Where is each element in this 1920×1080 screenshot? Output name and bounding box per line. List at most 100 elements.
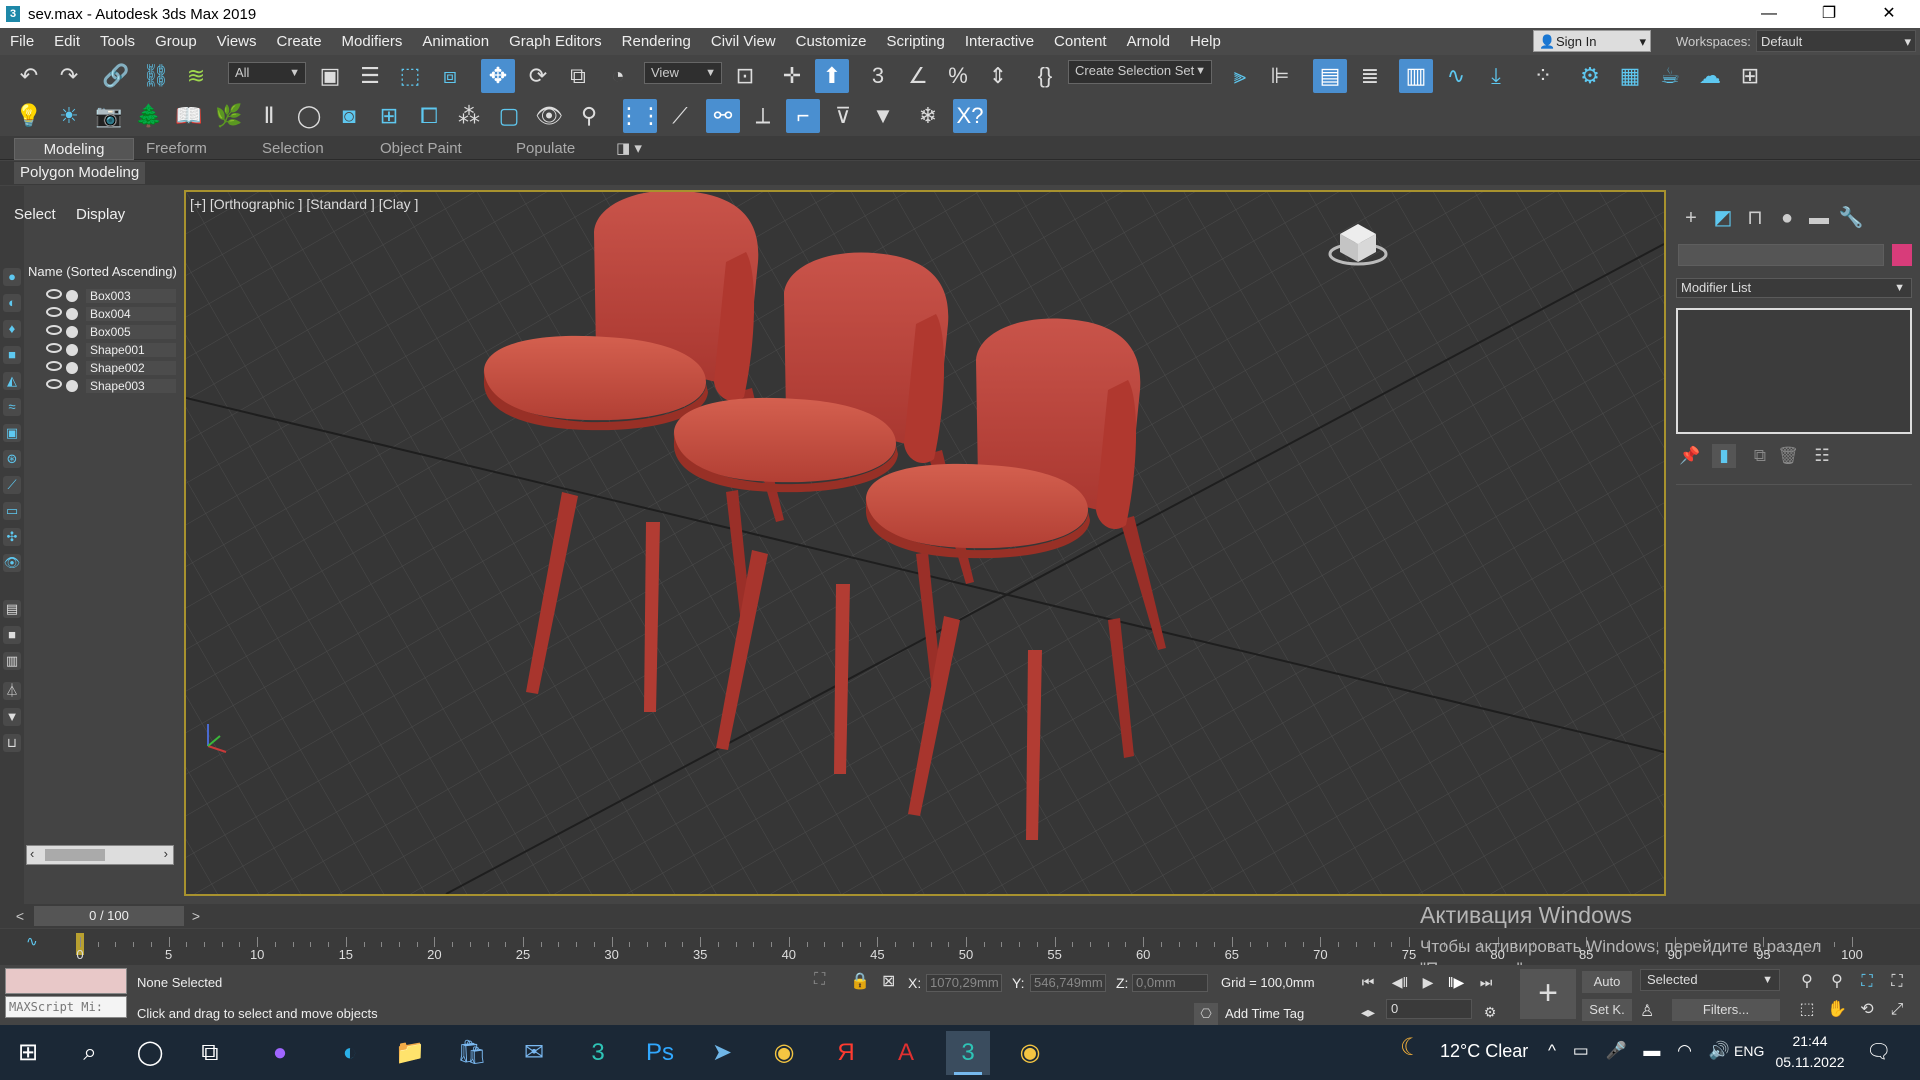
chrome-second-icon[interactable]: ◉: [1008, 1031, 1052, 1075]
chevron-right-icon[interactable]: >: [186, 906, 206, 926]
tab-populate[interactable]: Populate: [504, 138, 587, 160]
lamp-icon[interactable]: Ⅱ: [252, 99, 286, 133]
time-tag-icon[interactable]: ⎔: [1194, 1003, 1218, 1025]
scrollbar-thumb[interactable]: [45, 849, 105, 861]
system-tray-icons[interactable]: ^ ▭ 🎤 ▬ ◠ 🔊: [1548, 1041, 1736, 1061]
menu-arnold[interactable]: Arnold: [1117, 33, 1180, 50]
plane-icon[interactable]: ⊞: [372, 99, 406, 133]
autocad-icon[interactable]: A: [884, 1031, 928, 1075]
perpendicular-icon[interactable]: ❄: [911, 99, 945, 133]
z-coordinate-field[interactable]: 0,0mm: [1132, 974, 1208, 992]
named-selection-set-select[interactable]: Create Selection Set ▼: [1068, 60, 1212, 84]
freeze-icon[interactable]: [66, 326, 78, 338]
modify-tab-icon[interactable]: ◩: [1708, 204, 1738, 232]
funnel-icon[interactable]: ▼: [3, 708, 21, 726]
tab-modeling[interactable]: Modeling: [14, 138, 134, 160]
tree-icon[interactable]: 🌲: [132, 99, 166, 133]
maxscript-listener[interactable]: [5, 968, 127, 994]
render-in-cloud-icon[interactable]: ☁: [1693, 59, 1727, 93]
align-icon[interactable]: ⊫: [1263, 59, 1297, 93]
x-coordinate-field[interactable]: 1070,29mm: [926, 974, 1002, 992]
camera-icon[interactable]: 📷: [92, 99, 126, 133]
selection-filter-select[interactable]: All ▼: [228, 62, 306, 84]
snap-edge-icon[interactable]: ⟂: [746, 99, 780, 133]
configure-modifier-sets-icon[interactable]: ☷: [1810, 444, 1834, 468]
visibility-icon[interactable]: [46, 361, 62, 371]
curve-editor-icon[interactable]: ∿: [1439, 59, 1473, 93]
display-tab-icon[interactable]: ▬: [1804, 204, 1834, 232]
link-icon[interactable]: 🔗: [99, 59, 133, 93]
keyboard-shortcut-override-icon[interactable]: ⬆: [815, 59, 849, 93]
mirror-icon[interactable]: ⫸: [1223, 59, 1257, 93]
menu-group[interactable]: Group: [145, 33, 207, 50]
display-groups-icon[interactable]: ▣: [3, 424, 21, 442]
book-icon[interactable]: 📖: [172, 99, 206, 133]
ribbon-options-icon[interactable]: ◨ ▾: [604, 138, 654, 160]
motion-tab-icon[interactable]: ●: [1772, 204, 1802, 232]
isolate-selection-icon[interactable]: ⛶: [814, 971, 825, 989]
chevron-right-icon[interactable]: ›: [164, 846, 168, 861]
window-crossing-icon[interactable]: ⧈: [433, 59, 467, 93]
snap-pivot-icon[interactable]: ⚯: [706, 99, 740, 133]
foliage-icon[interactable]: 🌿: [212, 99, 246, 133]
rectangular-selection-icon[interactable]: ⬚: [393, 59, 427, 93]
display-shapes-icon[interactable]: ◐: [3, 294, 21, 312]
make-unique-icon[interactable]: ⧉: [1748, 444, 1772, 468]
spinner-snap-icon[interactable]: ⇕: [981, 59, 1015, 93]
set-key-button[interactable]: Set K.: [1582, 999, 1632, 1021]
zoom-extents-icon[interactable]: ⛶: [1855, 971, 1879, 993]
maximize-viewport-icon[interactable]: ⤢: [1885, 999, 1909, 1021]
toggle-ribbon-icon[interactable]: ▥: [1399, 59, 1433, 93]
layer-icon[interactable]: ⊔: [3, 734, 21, 752]
explorer-horizontal-scrollbar[interactable]: ‹ ›: [26, 845, 174, 865]
zoom-icon[interactable]: ⚲: [1795, 971, 1819, 993]
menu-file[interactable]: File: [0, 33, 44, 50]
freeze-icon[interactable]: [66, 380, 78, 392]
edge-icon[interactable]: ◐: [328, 1031, 372, 1075]
modifier-stack[interactable]: [1676, 308, 1912, 434]
remove-modifier-icon[interactable]: 🗑: [1776, 444, 1800, 468]
display-cameras-icon[interactable]: ■: [3, 346, 21, 364]
explorer-select-menu[interactable]: Select: [14, 206, 56, 223]
absolute-mode-icon[interactable]: ⊠: [882, 971, 895, 991]
angle-snap-icon[interactable]: ∠: [901, 59, 935, 93]
xform-icon[interactable]: X?: [953, 99, 987, 133]
freeze-icon[interactable]: [66, 290, 78, 302]
chrome-icon[interactable]: ◉: [762, 1031, 806, 1075]
select-and-rotate-icon[interactable]: ⟳: [521, 59, 555, 93]
freeze-icon[interactable]: [66, 362, 78, 374]
select-by-name-icon[interactable]: ☰: [353, 59, 387, 93]
display-helpers-icon[interactable]: ◭: [3, 372, 21, 390]
3dsmax-active-taskbar-icon[interactable]: 3: [946, 1031, 990, 1075]
utilities-tab-icon[interactable]: 🔧: [1836, 204, 1866, 232]
photoshop-icon[interactable]: Ps: [638, 1031, 682, 1075]
file-explorer-icon[interactable]: 📁: [388, 1031, 432, 1075]
y-coordinate-field[interactable]: 546,749mm: [1030, 974, 1106, 992]
tab-selection[interactable]: Selection: [250, 138, 336, 160]
display-spacewarps-icon[interactable]: ≈: [3, 398, 21, 416]
zoom-extents-all-icon[interactable]: ⛶: [1885, 971, 1909, 993]
bind-space-warp-icon[interactable]: ≋: [179, 59, 213, 93]
minimize-icon[interactable]: —: [1740, 0, 1798, 28]
menu-customize[interactable]: Customize: [786, 33, 877, 50]
display-hidden-icon[interactable]: 👁: [3, 554, 21, 572]
menu-interactive[interactable]: Interactive: [955, 33, 1044, 50]
use-pivot-center-icon[interactable]: ⊡: [728, 59, 762, 93]
add-time-tag[interactable]: Add Time Tag: [1225, 1006, 1304, 1021]
workspace-select[interactable]: Default ▾: [1756, 30, 1916, 52]
menu-civil-view[interactable]: Civil View: [701, 33, 786, 50]
weather-widget[interactable]: 12°C Clear: [1440, 1041, 1528, 1062]
modifier-list-dropdown[interactable]: Modifier List ▼: [1676, 278, 1912, 298]
sun-icon[interactable]: ☀: [52, 99, 86, 133]
menu-edit[interactable]: Edit: [44, 33, 90, 50]
menu-animation[interactable]: Animation: [412, 33, 499, 50]
hierarchy-tab-icon[interactable]: ⊓: [1740, 204, 1770, 232]
particle-icon[interactable]: ⁂: [452, 99, 486, 133]
next-frame-icon[interactable]: ‖▶: [1444, 971, 1468, 993]
display-all-icon[interactable]: ▤: [3, 600, 21, 618]
snaps-toggle-icon[interactable]: 3: [861, 59, 895, 93]
viewport-label-menu[interactable]: [+] [Orthographic ] [Standard ] [Clay ]: [190, 196, 418, 212]
lasso-icon[interactable]: ⊽: [826, 99, 860, 133]
start-icon[interactable]: ⊞: [6, 1031, 50, 1075]
create-light-icon[interactable]: 💡: [12, 99, 46, 133]
